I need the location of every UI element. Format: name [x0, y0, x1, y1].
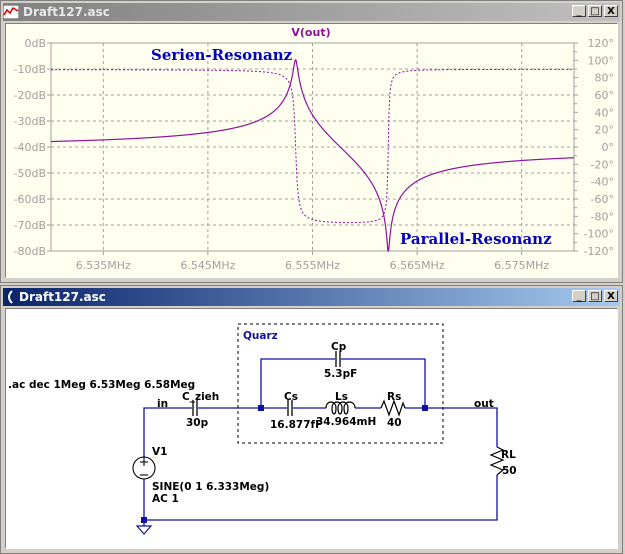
y2-tick-label: -60°	[591, 193, 614, 206]
y2-tick-label: -120°	[584, 245, 614, 258]
y-tick-label: -40dB	[14, 141, 47, 154]
v1-ac: AC 1	[152, 493, 179, 505]
inductor-ls[interactable]	[325, 401, 356, 415]
y-tick-label: 0dB	[24, 37, 46, 50]
magnitude-trace	[50, 59, 574, 252]
spice-directive[interactable]: .ac dec 1Meg 6.53Meg 6.58Meg	[8, 379, 195, 391]
junction-dot	[141, 517, 147, 523]
y2-tick-label: 40°	[595, 106, 615, 119]
cp-name: Cp	[331, 341, 347, 353]
y2-tick-label: 20°	[595, 124, 615, 137]
cs-name: Cs	[284, 391, 298, 403]
c-zieh-value: 30p	[186, 417, 209, 429]
y-tick-label: -20dB	[14, 89, 47, 102]
ls-value: 34.964mH	[316, 416, 376, 428]
y-tick-label: -80dB	[14, 245, 47, 258]
cp-value: 5.3pF	[324, 368, 357, 380]
net-label-out: out	[474, 398, 494, 410]
y2-tick-label: 80°	[595, 72, 615, 85]
bode-plot: V(out) 0dB -10dB -20dB -30dB -40dB -50dB -60dB…	[14, 26, 615, 272]
y-tick-label: -50dB	[14, 167, 47, 180]
y2-tick-label: -80°	[591, 210, 614, 223]
resistor-rs[interactable]	[380, 399, 406, 417]
schematic-drawing: Quarz .ac dec 1Meg 6.53Meg 6.58Meg C_zie…	[8, 323, 517, 535]
y2-tick-label: 120°	[588, 37, 615, 50]
cs-value: 16.877fF	[270, 419, 322, 431]
y2-tick-label: -40°	[591, 176, 614, 189]
v1-value: SINE(0 1 6.333Meg)	[152, 481, 269, 493]
y-tick-label: -10dB	[14, 63, 47, 76]
y2-tick-label: -20°	[591, 158, 614, 171]
x-tick-label: 6.545MHz	[180, 259, 235, 272]
x-tick-label: 6.555MHz	[285, 259, 340, 272]
x-tick-label: 6.565MHz	[390, 259, 445, 272]
trace-title[interactable]: V(out)	[291, 26, 330, 39]
ls-name: Ls	[335, 391, 348, 403]
rl-value: 50	[502, 465, 517, 477]
series-resonance-annotation: Serien-Resonanz	[151, 46, 293, 64]
quarz-label: Quarz	[243, 330, 278, 342]
v1-name: V1	[152, 446, 167, 458]
x-tick-label: 6.535MHz	[76, 259, 131, 272]
y-tick-label: -60dB	[14, 193, 47, 206]
voltage-source-v1[interactable]	[132, 456, 156, 480]
rl-name: RL	[501, 449, 516, 461]
x-tick-label: 6.575MHz	[494, 259, 549, 272]
c-zieh-name: C_zieh	[182, 391, 219, 403]
ground-icon	[135, 525, 153, 535]
y2-tick-label: -100°	[584, 228, 614, 241]
y2-tick-label: 100°	[588, 54, 615, 67]
rs-name: Rs	[387, 391, 401, 403]
y2-tick-label: 60°	[595, 89, 615, 102]
capacitor-cp[interactable]	[335, 351, 341, 367]
junction-dot	[258, 405, 264, 411]
net-label-in: in	[157, 398, 168, 410]
junction-dot	[422, 405, 428, 411]
parallel-resonance-annotation: Parallel-Resonanz	[400, 230, 552, 248]
rs-value: 40	[387, 417, 402, 429]
y-tick-label: -70dB	[14, 219, 47, 232]
y-tick-label: -30dB	[14, 115, 47, 128]
y2-tick-label: 0°	[602, 141, 615, 154]
